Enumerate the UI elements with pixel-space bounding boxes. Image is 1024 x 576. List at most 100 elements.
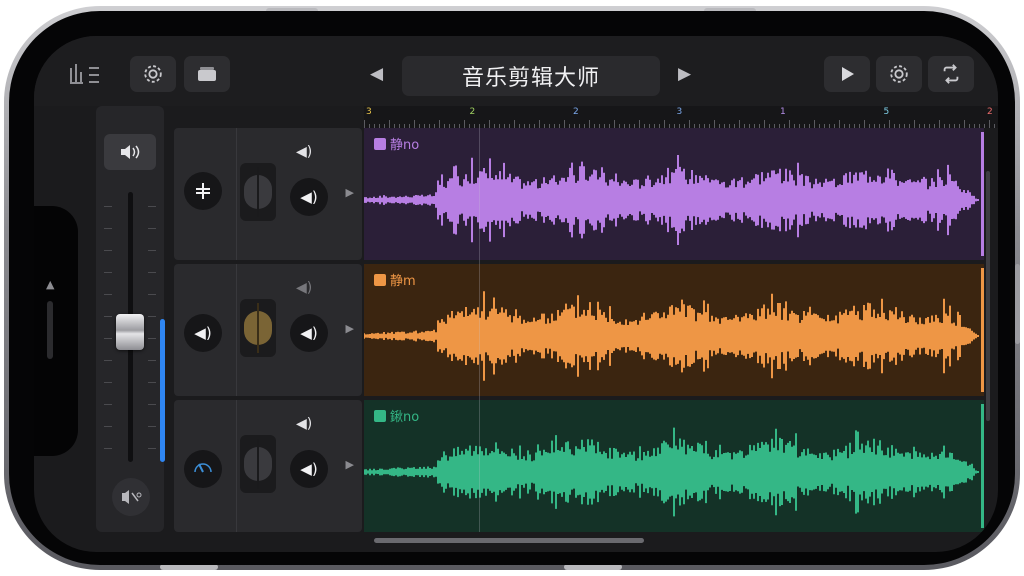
pan-knob[interactable]	[240, 435, 276, 493]
timeline-ruler[interactable]: 3 2 2 3 1 5 2	[364, 106, 998, 128]
ruler-tick	[664, 120, 665, 128]
mute-button[interactable]: ◀)	[290, 450, 328, 488]
ruler-bar-number: 2	[469, 107, 476, 117]
eq-icon[interactable]	[184, 172, 222, 210]
volume-icon: ◀)	[296, 416, 313, 432]
vertical-scrollbar[interactable]	[986, 171, 990, 421]
fader-scale-tick	[104, 382, 112, 383]
fader-scale-tick	[148, 448, 156, 449]
ruler-tick	[364, 120, 365, 128]
fader-scale-tick	[148, 272, 156, 273]
toolbar: ◀ 音乐剪辑大师 ▶	[34, 36, 998, 106]
fader-scale-tick	[104, 426, 112, 427]
ruler-tick	[839, 120, 840, 128]
region-end-handle[interactable]	[981, 132, 984, 256]
pan-knob[interactable]	[240, 299, 276, 357]
ruler-tick	[439, 120, 440, 128]
ruler-tick	[614, 120, 615, 128]
track-header[interactable]: ◀) ◀) ▶	[174, 400, 362, 532]
master-volume-strip	[96, 106, 165, 532]
ruler-bar-number: 2	[987, 107, 993, 117]
ruler-tick	[994, 124, 995, 128]
ruler-tick	[414, 120, 415, 128]
expand-triangle-icon[interactable]: ▶	[346, 458, 354, 471]
ruler-tick	[889, 120, 890, 128]
browser-icon[interactable]	[184, 56, 230, 92]
ruler-tick	[964, 120, 965, 128]
track-header[interactable]: ◀) ◀) ◀) ▶	[174, 264, 362, 396]
ruler-tick	[939, 120, 940, 128]
speaker-slot	[47, 301, 53, 359]
fader-scale-tick	[148, 426, 156, 427]
ruler-bar-number: 3	[676, 107, 683, 117]
track-color-swatch	[374, 274, 386, 286]
track-header[interactable]: ◀) ◀) ▶	[174, 128, 362, 260]
prev-arrow-icon[interactable]: ◀	[370, 64, 383, 84]
play-icon[interactable]	[824, 56, 870, 92]
waveform	[364, 291, 979, 381]
ruler-tick	[689, 120, 690, 128]
track-color-swatch	[374, 410, 386, 422]
region-label: 鍬no	[374, 406, 419, 425]
ruler-tick	[464, 120, 465, 128]
master-volume-icon[interactable]	[104, 134, 156, 170]
waveform	[364, 155, 979, 245]
ruler-tick	[864, 120, 865, 128]
phone-frame: ◀ 音乐剪辑大师 ▶ 3 2 2 3 1 5 2 ◀) ◀) ▶ ◀) ◀) ◀…	[4, 6, 1020, 570]
fader-scale-tick	[148, 404, 156, 405]
ruler-tick	[564, 120, 565, 128]
playhead[interactable]	[479, 128, 480, 532]
project-title-text: 音乐剪辑大师	[461, 66, 600, 91]
volume-icon[interactable]: ◀)	[184, 314, 222, 352]
loop-icon[interactable]	[928, 56, 974, 92]
ruler-tick	[514, 120, 515, 128]
ruler-tick	[589, 120, 590, 128]
home-indicator[interactable]	[374, 538, 644, 543]
audio-region[interactable]: 静m	[364, 264, 984, 396]
divider	[236, 400, 237, 532]
pan-knob-dial	[244, 439, 272, 489]
fader-scale-tick	[104, 272, 112, 273]
expand-triangle-icon[interactable]: ▶	[346, 322, 354, 335]
volume-fader-handle[interactable]	[116, 314, 144, 351]
fader-scale-tick	[148, 294, 156, 295]
camera-icon: ▲	[46, 278, 55, 291]
project-title[interactable]: 音乐剪辑大师	[402, 56, 660, 96]
audio-region[interactable]: 静no	[364, 128, 984, 260]
ruler-bar-number: 2	[573, 107, 579, 117]
ruler-bar-number: 5	[883, 107, 890, 117]
fader-scale-tick	[104, 360, 112, 361]
fader-scale-tick	[148, 228, 156, 229]
settings-gear-icon[interactable]	[876, 56, 922, 92]
metronome-icon[interactable]	[112, 478, 150, 516]
app-screen: ◀ 音乐剪辑大师 ▶ 3 2 2 3 1 5 2 ◀) ◀) ▶ ◀) ◀) ◀…	[34, 36, 998, 552]
fader-scale-tick	[148, 316, 156, 317]
mute-button[interactable]: ◀)	[290, 314, 328, 352]
fader-scale-tick	[104, 294, 112, 295]
pan-knob-dial	[244, 303, 272, 353]
fader-scale-tick	[104, 338, 112, 339]
pan-knob[interactable]	[240, 163, 276, 221]
fader-scale-tick	[104, 250, 112, 251]
fader-scale-tick	[104, 448, 112, 449]
audio-region[interactable]: 鍬no	[364, 400, 984, 532]
region-end-handle[interactable]	[981, 268, 984, 392]
ruler-tick	[639, 120, 640, 128]
next-arrow-icon[interactable]: ▶	[678, 64, 691, 84]
fader-scale-tick	[148, 250, 156, 251]
mute-button[interactable]: ◀)	[290, 178, 328, 216]
divider	[236, 128, 237, 260]
tracks-view-icon[interactable]	[62, 56, 108, 92]
settings-gear-icon[interactable]	[130, 56, 176, 92]
ruler-tick	[389, 120, 390, 128]
fader-scale-tick	[104, 228, 112, 229]
region-name: 静m	[390, 274, 416, 289]
ruler-tick	[764, 120, 765, 128]
region-end-handle[interactable]	[981, 404, 984, 528]
tuner-icon[interactable]	[184, 450, 222, 488]
region-label: 静m	[374, 270, 416, 289]
fader-scale-tick	[104, 206, 112, 207]
fader-scale-tick	[104, 316, 112, 317]
expand-triangle-icon[interactable]: ▶	[346, 186, 354, 199]
fader-scale-tick	[148, 338, 156, 339]
